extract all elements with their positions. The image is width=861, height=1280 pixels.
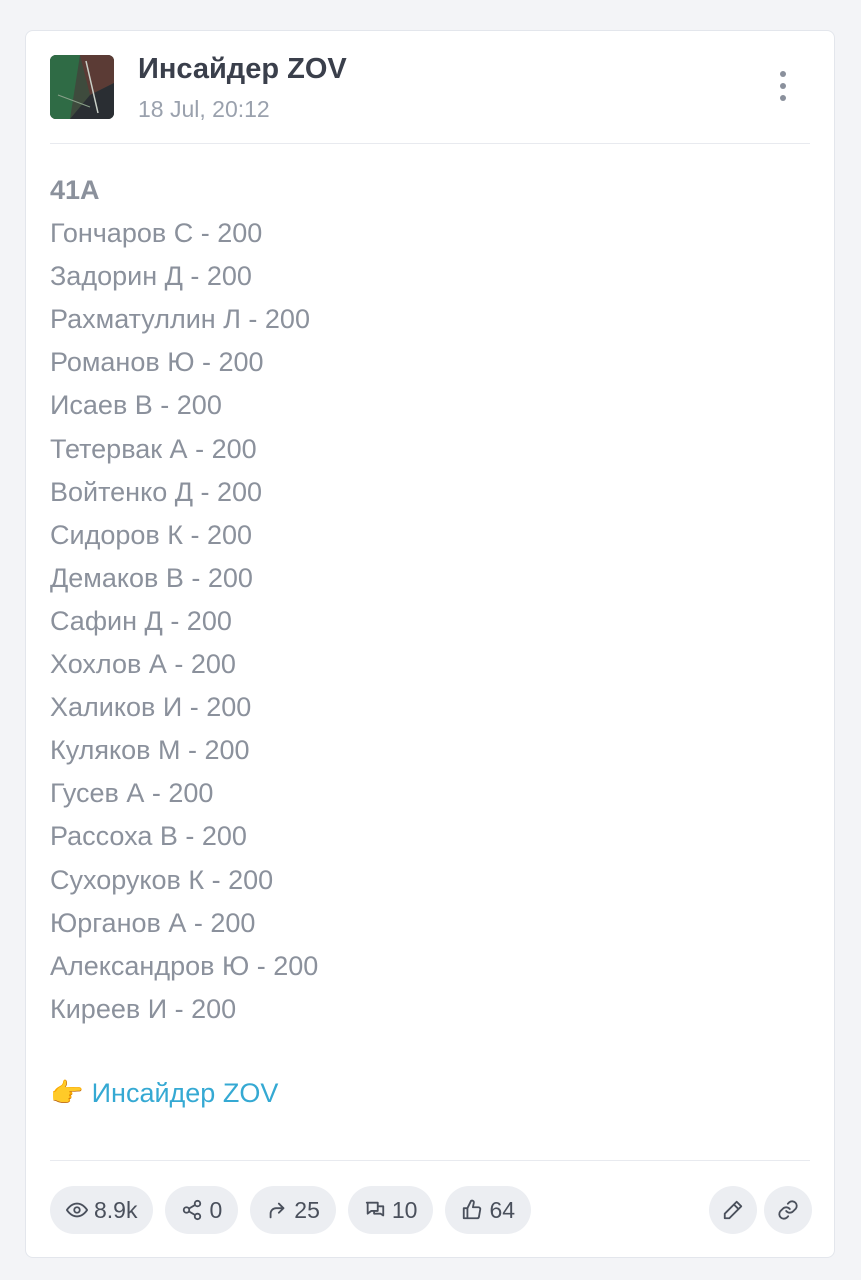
post-line: Сафин Д - 200 [50,605,232,636]
views-button[interactable]: 8.9k [50,1186,154,1234]
views-count: 8.9k [94,1196,138,1223]
post-timestamp: 18 Jul, 20:12 [138,96,270,122]
forward-icon [269,1202,285,1219]
post-line: Киреев И - 200 [50,993,237,1024]
more-options-icon[interactable] [768,65,798,107]
post-line: Хохлов А - 200 [50,649,236,680]
share-icon [183,1199,202,1221]
comments-button[interactable]: 10 [347,1186,434,1234]
pencil-icon [723,1200,743,1220]
edit-button[interactable] [709,1186,757,1234]
channel-name[interactable]: Инсайдер ZOV [138,53,347,86]
avatar-image [50,55,114,119]
post-line: Куляков М - 200 [50,735,250,766]
shares-count: 0 [209,1196,223,1223]
channel-link[interactable]: Инсайдер ZOV [92,1078,279,1108]
post-line: Гусев А - 200 [50,778,214,809]
post-lines: Гончаров С - 200 Задорин Д - 200 Рахматулл… [50,212,318,1031]
post-line: Войтенко Д - 200 [50,476,263,507]
post-line: Александров Ю - 200 [50,950,319,981]
copy-link-button[interactable] [764,1186,812,1234]
post-line: Сухоруков К - 200 [50,864,274,895]
post-line: Рассоха В - 200 [50,821,247,852]
post-line: Исаев В - 200 [50,390,222,421]
link-icon [778,1200,798,1220]
post-line: Задорин Д - 200 [50,261,252,292]
forwards-count: 25 [294,1196,320,1223]
stats-bar: 8.9k 0 25 10 64 [50,1186,532,1234]
likes-count: 64 [489,1196,516,1223]
post-line: Тетервак А - 200 [50,433,257,464]
forwards-button[interactable]: 25 [250,1186,336,1234]
post-line: Демаков В - 200 [50,562,253,593]
shares-button[interactable]: 0 [165,1186,239,1234]
post-card: Инсайдер ZOV 18 Jul, 20:12 41A Гончаров … [25,30,835,1258]
post-line: Халиков И - 200 [50,692,252,723]
post-heading: 41A [50,175,100,205]
post-text: 41A Гончаров С - 200 Задорин Д - 200 Рахма… [50,169,318,1031]
post-line: Юрганов А - 200 [50,907,256,938]
pointing-hand-emoji: 👉 [50,1078,84,1108]
footer-divider [50,1160,810,1161]
post-line: Романов Ю - 200 [50,347,264,378]
header-divider [50,143,810,144]
thumbs-up-icon [463,1199,482,1220]
channel-avatar[interactable] [50,55,114,119]
comments-count: 10 [391,1196,418,1223]
channel-link-row: 👉 Инсайдер ZOV [50,1073,278,1113]
eye-icon [66,1202,88,1218]
post-line: Гончаров С - 200 [50,218,263,249]
post-line: Сидоров К - 200 [50,519,252,550]
comments-icon [365,1201,385,1217]
likes-button[interactable]: 64 [445,1186,532,1234]
post-line: Рахматуллин Л - 200 [50,304,310,335]
